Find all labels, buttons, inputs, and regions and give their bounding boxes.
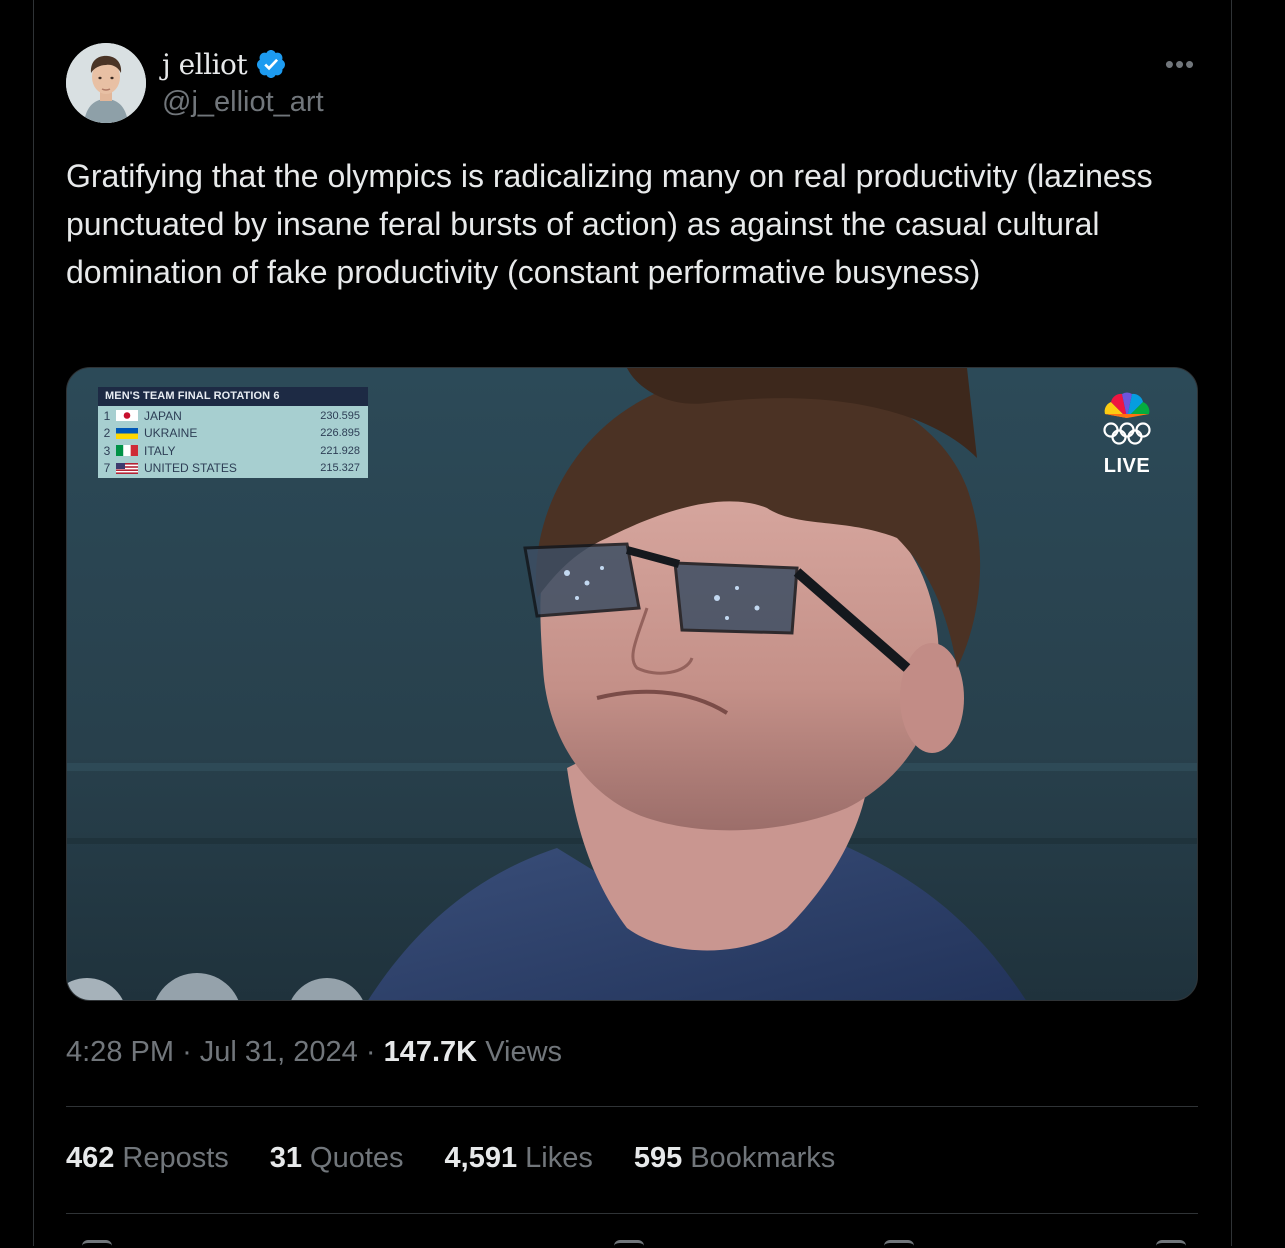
reposts-label: Reposts [122,1142,229,1174]
bookmark-icon[interactable] [884,1240,914,1248]
views-count: 147.7K [383,1036,478,1068]
display-name[interactable]: j elliot [162,48,248,81]
scoreboard-row: 2 UKRAINE 226.895 [98,425,368,443]
divider [66,1213,1198,1214]
scoreboard-score: 230.595 [320,409,360,422]
usa-flag-icon [116,462,138,474]
more-icon[interactable]: ••• [1160,49,1200,79]
reposts-count: 462 [66,1142,115,1174]
tweet-stats: 462 Reposts 31 Quotes 4,591 Likes 595 Bookma… [66,1142,835,1175]
likes-label: Likes [525,1142,593,1174]
scoreboard-score: 226.895 [320,427,360,440]
tweet-meta: 4:28 PM · Jul 31, 2024 · 147.7K Views [66,1036,562,1069]
likes-count: 4,591 [444,1142,518,1174]
japan-flag-icon [116,410,138,422]
meta-separator: · [365,1036,376,1068]
scoreboard-score: 215.327 [320,462,360,475]
network-logo: LIVE [1097,392,1157,478]
scoreboard-row: 7 UNITED STATES 215.327 [98,460,368,478]
peacock-olympic-rings-logo [1103,392,1151,445]
tweet-time[interactable]: 4:28 PM [66,1036,174,1068]
live-label: LIVE [1103,455,1151,477]
scoreboard-country: JAPAN [144,408,182,423]
scoreboard-title: MEN'S TEAM FINAL ROTATION 6 [98,387,368,406]
scoreboard-country: UNITED STATES [144,461,237,476]
share-icon[interactable] [1156,1240,1186,1248]
scoreboard-rank: 2 [103,426,111,441]
divider [66,1106,1198,1107]
like-icon[interactable] [614,1240,644,1248]
bookmarks-count: 595 [633,1142,683,1174]
bookmarks-label: Bookmarks [690,1142,836,1174]
scoreboard-rank: 7 [103,461,111,476]
quotes-label: Quotes [310,1142,404,1174]
verified-badge-icon [257,50,286,78]
scoreboard-rank: 1 [103,408,111,423]
reposts-stat[interactable]: 462 Reposts [66,1142,229,1175]
quotes-stat[interactable]: 31 Quotes [270,1142,404,1175]
avatar[interactable] [66,43,146,123]
meta-separator: · [182,1036,192,1068]
ukraine-flag-icon [116,427,138,439]
scoreboard-score: 221.928 [320,444,360,457]
scoreboard-country: ITALY [144,443,176,458]
tweet-text: Gratifying that the olympics is radicali… [66,158,1153,290]
tweet-media-image[interactable]: MEN'S TEAM FINAL ROTATION 6 1 JAPAN 230.… [66,367,1198,1001]
scoreboard-rank: 3 [103,443,111,458]
likes-stat[interactable]: 4,591 Likes [445,1142,593,1175]
author-name-row[interactable]: j elliot [162,46,287,82]
quotes-count: 31 [269,1142,303,1174]
italy-flag-icon [116,445,138,457]
views-label: Views [485,1036,563,1068]
bookmarks-stat[interactable]: 595 Bookmarks [634,1142,835,1175]
reply-icon[interactable] [82,1240,112,1248]
scoreboard-country: UKRAINE [144,426,198,441]
action-bar [66,1236,1198,1246]
scoreboard-overlay: MEN'S TEAM FINAL ROTATION 6 1 JAPAN 230.… [98,387,368,478]
scoreboard-row: 3 ITALY 221.928 [98,442,368,460]
scoreboard-row: 1 JAPAN 230.595 [98,407,368,425]
author-handle[interactable]: @j_elliot_art [162,86,324,119]
avatar-portrait [66,43,146,123]
tweet-date[interactable]: Jul 31, 2024 [200,1036,358,1068]
